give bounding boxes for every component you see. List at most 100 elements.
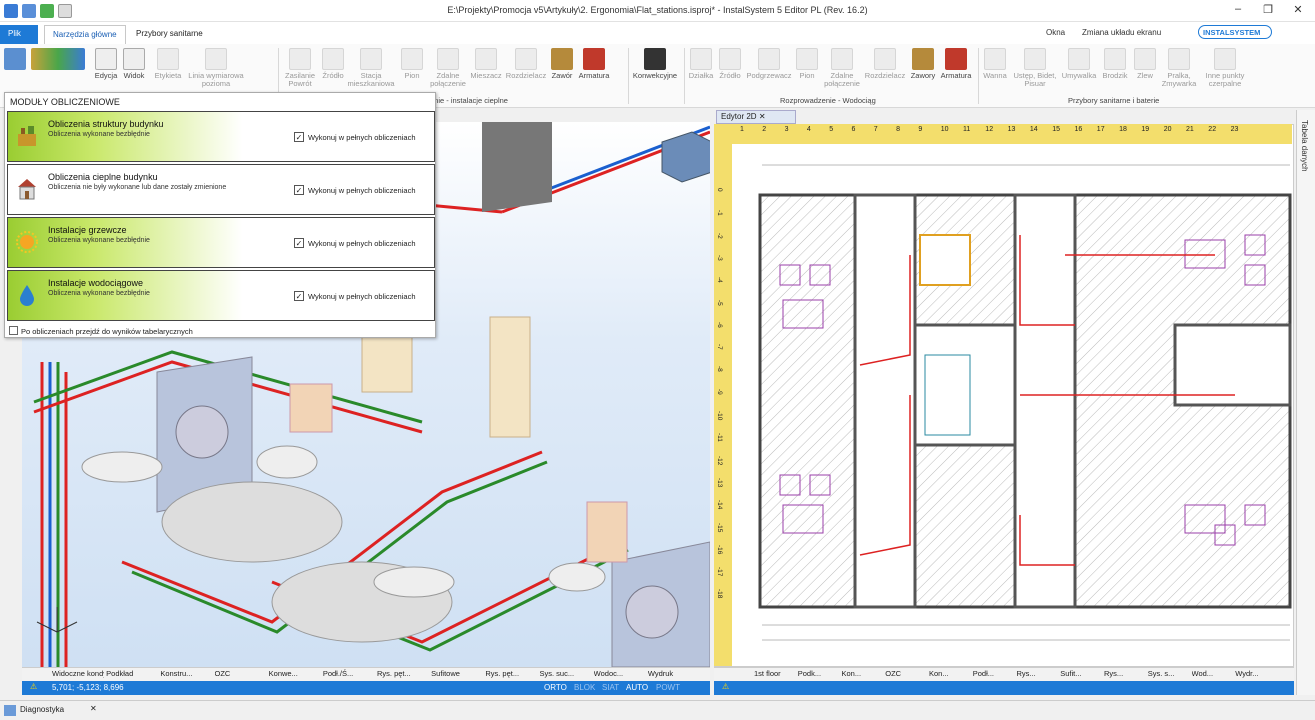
supply-return-button[interactable]: Zasilanie Powrót (282, 48, 318, 88)
layer-tab[interactable]: Podł./Ś... (323, 669, 375, 678)
water-source-button[interactable]: Źródło (716, 48, 744, 80)
ruler-tick-label: 11 (963, 126, 971, 133)
washing-machine-button[interactable]: Pralka, Zmywarka (1158, 48, 1200, 88)
ruler-tick-label: 17 (1096, 126, 1105, 133)
convection-button[interactable]: Konwekcyjne (630, 48, 680, 80)
mixer-button[interactable]: Mieszacz (468, 48, 504, 80)
module-building-structure[interactable]: Obliczenia struktury budynku Obliczenia … (7, 111, 435, 162)
close-diagnostics-icon[interactable]: ✕ (90, 704, 97, 713)
layer-tab[interactable]: Wod... (1192, 669, 1234, 678)
water-valves-button[interactable]: Zawory (908, 48, 938, 80)
layer-tab[interactable]: OZC (215, 669, 267, 678)
module-title: Obliczenia struktury budynku (48, 119, 164, 129)
layer-tab[interactable]: OZC (885, 669, 927, 678)
layer-tab[interactable]: Wydruk (648, 669, 700, 678)
sun-heating-icon (16, 231, 38, 253)
view-button[interactable]: Widok (120, 48, 148, 80)
dimension-line-button[interactable]: Linia wymiarowa pozioma (186, 48, 246, 88)
ruler-tick-label: 16 (1074, 126, 1083, 133)
ruler-tick-label: 9 (918, 126, 923, 133)
valve-button[interactable]: Zawór (548, 48, 576, 80)
module-heating-installations[interactable]: Instalacje grzewcze Obliczenia wykonane … (7, 217, 435, 268)
plot-button[interactable]: Działka (686, 48, 716, 80)
layer-tab[interactable]: 1st floor (754, 669, 796, 678)
layer-tab[interactable]: Rys. pęt... (377, 669, 429, 678)
data-table-panel[interactable]: Tabela danych (1296, 110, 1315, 695)
mode-orto[interactable]: ORTO (544, 683, 567, 692)
ruler-tick-label: 22 (1208, 126, 1217, 133)
ruler-tick-label: 5 (829, 126, 834, 133)
sink-button[interactable]: Zlew (1132, 48, 1158, 80)
modules-button[interactable] (4, 48, 26, 72)
tab-home[interactable]: Narzędzia główne (44, 25, 126, 44)
ruler-tick-label: 20 (1163, 126, 1172, 133)
fittings-button[interactable]: Armatura (576, 48, 612, 80)
close-tab-icon[interactable]: ✕ (759, 112, 766, 121)
layer-tab[interactable]: Wydr... (1235, 669, 1277, 678)
module-checkbox[interactable]: ✓ (294, 132, 304, 142)
mode-blok[interactable]: BLOK (574, 683, 595, 692)
maximize-button[interactable]: ❐ (1255, 3, 1281, 19)
module-subtitle: Obliczenia wykonane bezbłędnie (48, 131, 150, 138)
toilet-button[interactable]: Ustęp, Bidet, Pisuar (1010, 48, 1060, 88)
manifold-button[interactable]: Rozdzielacz (504, 48, 548, 80)
source-button[interactable]: Źródło (318, 48, 348, 80)
diagnostics-tab[interactable]: Diagnostyka (20, 705, 64, 714)
tab-sanitary[interactable]: Przybory sanitarne (128, 25, 211, 44)
layer-tab[interactable]: Sufitowe (431, 669, 483, 678)
editor-2d-canvas[interactable] (714, 124, 1294, 667)
layer-tab[interactable]: Podkład (106, 669, 158, 678)
mode-auto[interactable]: AUTO (626, 683, 648, 692)
layer-tab[interactable]: Kon... (842, 669, 884, 678)
ruler-tick-label: 4 (806, 126, 811, 133)
ruler-tick-label: -18 (716, 589, 723, 599)
layer-tab[interactable]: Wodoc... (594, 669, 646, 678)
layer-tab[interactable]: Kon... (929, 669, 971, 678)
layer-tab[interactable]: Rys. pęt... (485, 669, 537, 678)
ruler-tick-label: 10 (940, 126, 949, 133)
close-button[interactable]: ✕ (1285, 3, 1311, 19)
mode-powt[interactable]: POWT (656, 683, 680, 692)
module-checkbox[interactable]: ✓ (294, 185, 304, 195)
tab-file[interactable]: Plik (0, 25, 38, 44)
shower-tray-button[interactable]: Brodzik (1098, 48, 1132, 80)
tab-editor-2d[interactable]: Edytor 2D ✕ (716, 110, 796, 124)
water-manifold-button[interactable]: Rozdzielacz (862, 48, 908, 80)
module-building-heat[interactable]: Obliczenia cieplne budynku Obliczenia ni… (7, 164, 435, 215)
ruler-tick-label: 15 (1052, 126, 1060, 133)
windows-menu[interactable]: Okna (1046, 28, 1065, 37)
layer-tab[interactable]: Sys. suc... (540, 669, 592, 678)
module-checkbox[interactable]: ✓ (294, 238, 304, 248)
water-riser-button[interactable]: Pion (794, 48, 820, 80)
layer-tab[interactable]: Podk... (798, 669, 840, 678)
ruler-tick-label: -13 (716, 477, 723, 488)
mode-siat[interactable]: SIAT (602, 683, 619, 692)
screen-layout-menu[interactable]: Zmiana układu ekranu (1082, 28, 1161, 37)
layer-tab[interactable]: Sys. s... (1148, 669, 1190, 678)
water-remote-button[interactable]: Zdalne połączenie (822, 48, 862, 88)
layer-tab[interactable]: Rys... (1104, 669, 1146, 678)
label-button[interactable]: Etykieta (150, 48, 186, 80)
remote-connection-button[interactable]: Zdalne połączenie (428, 48, 468, 88)
module-water-installations[interactable]: Instalacje wodociągowe Obliczenia wykona… (7, 270, 435, 321)
ruler-tick-label: -16 (716, 544, 723, 555)
bathtub-button[interactable]: Wanna (980, 48, 1010, 80)
layer-tab[interactable]: Widoczne kondygnacje (52, 669, 104, 678)
riser-button[interactable]: Pion (398, 48, 426, 80)
goto-results-checkbox[interactable] (9, 326, 18, 335)
flat-station-button[interactable]: Stacja mieszkaniowa (346, 48, 396, 88)
layer-tab[interactable]: Konstru... (160, 669, 212, 678)
washbasin-button[interactable]: Umywalka (1060, 48, 1098, 80)
module-checkbox[interactable]: ✓ (294, 291, 304, 301)
water-fittings-button[interactable]: Armatura (938, 48, 974, 80)
heater-button[interactable]: Podgrzewacz (744, 48, 794, 80)
other-draw-points-button[interactable]: Inne punkty czerpalne (1200, 48, 1250, 88)
minimize-button[interactable]: – (1225, 3, 1251, 19)
layer-tab[interactable]: Konwe... (269, 669, 321, 678)
layer-tab[interactable]: Rys... (1017, 669, 1059, 678)
layer-tab[interactable]: Podł... (973, 669, 1015, 678)
ruler-vertical: 0 -1 -2 -3 -4 -5 -6 -7 -8 -9 -10 -11 -12 -13 -14 -15 -16… (714, 124, 732, 666)
quick-tools[interactable] (28, 48, 88, 72)
edit-button[interactable]: Edycja (92, 48, 120, 80)
layer-tab[interactable]: Sufit... (1060, 669, 1102, 678)
